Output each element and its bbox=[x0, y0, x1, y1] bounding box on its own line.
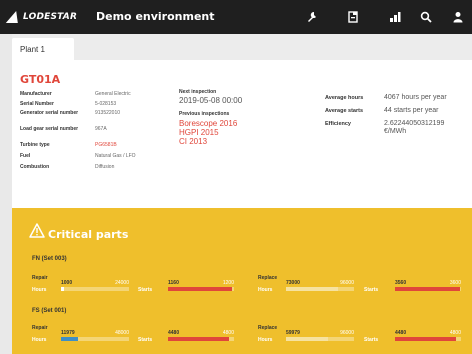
bar-fill bbox=[395, 287, 461, 291]
starts-label: Starts bbox=[364, 337, 379, 343]
user-icon[interactable] bbox=[449, 8, 467, 26]
bar-track bbox=[61, 287, 129, 291]
bar-current-value: 4480 bbox=[168, 330, 180, 336]
logo-text: LODESTAR bbox=[23, 12, 78, 22]
replace-label: Replace bbox=[258, 325, 278, 331]
combustion-value: Diffusion bbox=[95, 164, 115, 170]
previous-inspection-link[interactable]: HGPI 2015 bbox=[179, 128, 219, 137]
document-icon[interactable] bbox=[344, 8, 362, 26]
bar-fill bbox=[61, 287, 64, 291]
serial-number-label: Serial Number bbox=[20, 101, 54, 107]
hours-label: Hours bbox=[32, 287, 47, 293]
efficiency-label: Efficiency bbox=[325, 121, 351, 127]
environment-title: Demo environment bbox=[96, 10, 215, 23]
generator-serial-label: Generator serial number bbox=[20, 110, 79, 116]
manufacturer-label: Manufacturer bbox=[20, 91, 52, 97]
starts-label: Starts bbox=[138, 287, 153, 293]
asset-id-title: GT01A bbox=[20, 73, 61, 86]
bar-max-value: 96000 bbox=[340, 280, 354, 286]
part-group-title: FN (Set 003) bbox=[32, 256, 67, 262]
bar-current-value: 1000 bbox=[61, 280, 73, 286]
turbine-type-label: Turbine type bbox=[20, 142, 50, 148]
bar-current-value: 11979 bbox=[61, 330, 75, 336]
repair-hours-bar: 11979 48000 bbox=[61, 330, 129, 341]
fuel-value: Natural Gas / LFO bbox=[95, 153, 136, 159]
load-gear-serial-label: Load gear serial number bbox=[20, 126, 79, 132]
repair-starts-bar: 1160 1200 bbox=[168, 280, 234, 291]
bar-max-value: 4800 bbox=[222, 330, 234, 336]
previous-inspection-link[interactable]: CI 2013 bbox=[179, 137, 207, 146]
top-navigation-bar: LODESTAR Demo environment bbox=[0, 0, 472, 34]
hours-label: Hours bbox=[32, 337, 47, 343]
logo-mark-icon bbox=[5, 11, 23, 23]
critical-parts-title: Critical parts bbox=[48, 228, 129, 241]
bar-current-value: 3560 bbox=[395, 280, 407, 286]
replace-starts-bar: 3560 3600 bbox=[395, 280, 461, 291]
bar-fill bbox=[286, 337, 329, 341]
search-icon[interactable] bbox=[417, 8, 435, 26]
fuel-label: Fuel bbox=[20, 153, 31, 159]
bar-fill bbox=[168, 287, 233, 291]
average-hours-value: 4067 hours per year bbox=[384, 94, 447, 101]
starts-label: Starts bbox=[138, 337, 153, 343]
bar-max-value: 48000 bbox=[115, 330, 129, 336]
bar-chart-icon[interactable] bbox=[386, 8, 404, 26]
hours-label: Hours bbox=[258, 337, 273, 343]
starts-label: Starts bbox=[364, 287, 379, 293]
bar-current-value: 4480 bbox=[395, 330, 407, 336]
bar-fill bbox=[168, 337, 230, 341]
average-hours-label: Average hours bbox=[325, 95, 364, 101]
bar-max-value: 4800 bbox=[449, 330, 461, 336]
replace-hours-bar: 73000 96000 bbox=[286, 280, 354, 291]
hours-label: Hours bbox=[258, 287, 273, 293]
replace-label: Replace bbox=[258, 275, 278, 281]
average-starts-label: Average starts bbox=[325, 108, 364, 114]
tab-plant-1[interactable]: Plant 1 bbox=[12, 38, 74, 60]
generator-serial-value: 913522010 bbox=[95, 110, 121, 116]
asset-info-panel: GT01A Manufacturer General Electric Seri… bbox=[12, 60, 472, 208]
repair-label: Repair bbox=[32, 275, 48, 281]
lodestar-logo[interactable]: LODESTAR bbox=[5, 10, 78, 24]
previous-inspection-link[interactable]: Borescope 2016 bbox=[179, 119, 237, 128]
average-starts-value: 44 starts per year bbox=[384, 107, 439, 114]
previous-inspections-label: Previous inspections bbox=[179, 111, 230, 117]
load-gear-serial-value: 967A bbox=[95, 126, 107, 132]
repair-label: Repair bbox=[32, 325, 48, 331]
repair-starts-bar: 4480 4800 bbox=[168, 330, 234, 341]
bar-max-value: 1200 bbox=[222, 280, 234, 286]
part-group-title: FS (Set 001) bbox=[32, 308, 67, 314]
next-inspection-value: 2019-05-08 00:00 bbox=[179, 96, 243, 105]
replace-starts-bar: 4480 4800 bbox=[395, 330, 461, 341]
combustion-label: Combustion bbox=[20, 164, 50, 170]
warning-icon bbox=[29, 223, 45, 243]
bar-fill bbox=[61, 337, 78, 341]
manufacturer-value: General Electric bbox=[95, 91, 131, 97]
serial-number-value: 5-028153 bbox=[95, 101, 117, 107]
bar-max-value: 96000 bbox=[340, 330, 354, 336]
bar-current-value: 73000 bbox=[286, 280, 300, 286]
bar-fill bbox=[286, 287, 338, 291]
next-inspection-label: Next inspection bbox=[179, 89, 217, 95]
bar-max-value: 3600 bbox=[449, 280, 461, 286]
bar-current-value: 59979 bbox=[286, 330, 300, 336]
tab-bar: Plant 1 bbox=[12, 34, 472, 60]
wrench-icon[interactable] bbox=[303, 8, 321, 26]
repair-hours-bar: 1000 24000 bbox=[61, 280, 129, 291]
bar-current-value: 1160 bbox=[168, 280, 179, 286]
replace-hours-bar: 59979 96000 bbox=[286, 330, 354, 341]
efficiency-value: 2.62244050312199 €/MWh bbox=[384, 120, 445, 135]
turbine-type-value[interactable]: PG6581B bbox=[95, 142, 117, 148]
bar-fill bbox=[395, 337, 457, 341]
bar-max-value: 24000 bbox=[115, 280, 129, 286]
